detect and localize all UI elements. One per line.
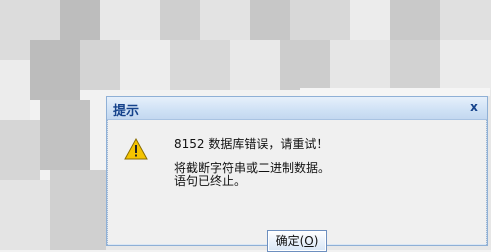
background-tile [280,40,330,90]
ok-button-label-suffix: ) [313,234,319,248]
close-icon[interactable]: x [467,100,481,114]
background-tile [30,40,80,100]
background-tile [0,120,40,180]
background-tile [230,40,280,90]
background-tile [100,0,160,40]
dialog-body: 8152 数据库错误，请重试！ 将截断字符串或二进制数据。 语句已终止。 确定(… [107,120,487,252]
background-tile [40,100,90,170]
background-tile [330,40,390,90]
background-tile [250,0,290,40]
background-tile [170,40,230,90]
background-tile [290,0,350,40]
dialog-titlebar[interactable]: 提示 x [107,97,487,120]
error-message-line: 语句已终止。 [174,174,247,188]
background-tile [440,0,491,40]
background-tile [0,180,50,250]
background-tile [440,40,491,90]
ok-button-label-prefix: 确定( [275,234,305,248]
ok-button[interactable]: 确定(O) [267,230,327,252]
background-tile [160,0,200,40]
background-tile [390,0,440,40]
dialog-title: 提示 [113,104,140,119]
error-message-line: 8152 数据库错误，请重试！ [174,137,329,151]
background-tile [80,40,120,90]
background-tile [300,88,490,96]
background-tile [50,170,106,250]
background-tile [350,0,390,40]
ok-button-accelerator: O [304,234,314,248]
background-tile [120,40,170,90]
warning-triangle-icon [124,138,148,160]
background-tile [0,60,30,120]
alert-dialog: 提示 x 8152 数据库错误，请重试！ 将截断字符串或二进制数据。 语句已终止… [106,96,488,252]
background-tile [390,40,440,90]
background-tile [200,0,250,40]
